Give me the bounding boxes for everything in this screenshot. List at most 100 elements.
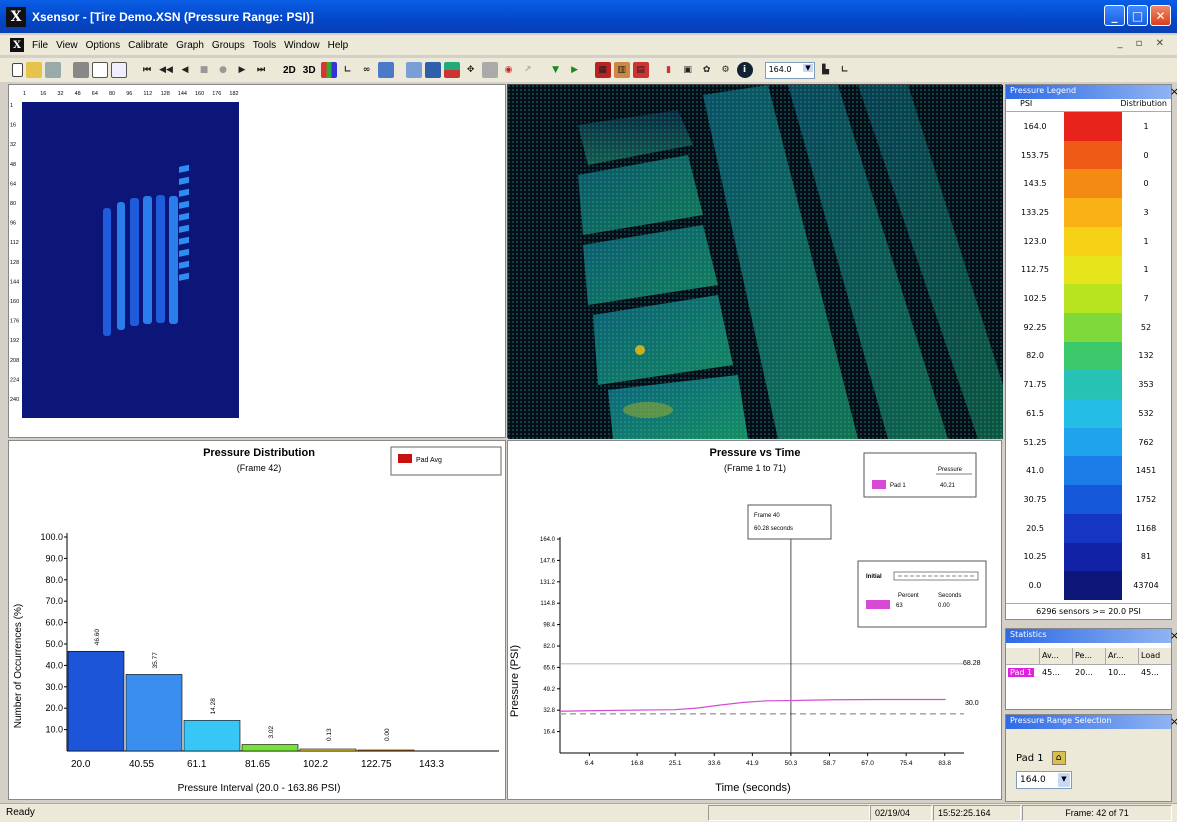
stats-header[interactable]: Av... [1040, 648, 1073, 664]
home-icon[interactable]: ⌂ [1051, 751, 1066, 765]
cube-icon[interactable]: ▦ [594, 62, 611, 78]
step-back-icon[interactable]: ◀ [177, 62, 193, 78]
info-icon[interactable]: i [736, 62, 753, 78]
cursor-icon[interactable]: ↗ [520, 62, 536, 78]
menu-tools[interactable]: Tools [253, 40, 276, 51]
y-tick-label: 30.0 [45, 682, 63, 692]
stats-header[interactable]: Ar... [1106, 648, 1139, 664]
copy-icon[interactable] [111, 62, 127, 78]
stats-header[interactable]: Load [1139, 648, 1171, 664]
phone-icon[interactable]: ▤ [632, 62, 649, 78]
pressure-legend-panel[interactable]: Pressure Legend × PSI Distribution 164.0… [1005, 84, 1177, 620]
binoculars-icon[interactable]: ∞ [359, 62, 375, 78]
color-grid-icon[interactable] [443, 62, 460, 78]
menu-options[interactable]: Options [86, 40, 120, 51]
arrow-down-icon[interactable]: ▼ [548, 62, 564, 78]
document-icon[interactable]: X [10, 38, 24, 52]
pin-icon[interactable]: ✥ [463, 62, 479, 78]
pressure-vs-time-panel[interactable]: Pressure vs Time (Frame 1 to 71) Pressur… [507, 440, 1002, 800]
pressure-distribution-panel[interactable]: Pressure Distribution (Frame 42) Pad Avg… [8, 440, 506, 800]
graph-icon[interactable]: ∟ [340, 62, 356, 78]
y-tick-label: 32.8 [543, 708, 555, 714]
stats-icon[interactable] [424, 62, 441, 78]
legend-count: 7 [1143, 294, 1149, 304]
histogram-bar[interactable] [67, 650, 125, 752]
menu-view[interactable]: View [56, 40, 78, 51]
statistics-panel[interactable]: Statistics × Av... Pe... Ar... Load Pad … [1005, 628, 1177, 710]
mdi-controls[interactable]: _ ▫ ✕ [1117, 38, 1169, 49]
person-icon[interactable]: ✿ [699, 62, 715, 78]
bar-chart-icon[interactable] [320, 62, 337, 78]
histogram-bar[interactable] [125, 674, 183, 752]
timeplot-subtitle: (Frame 1 to 71) [724, 463, 786, 473]
table-row[interactable]: Pad 1 45... 20... 10... 45... [1006, 665, 1171, 681]
pressure-3d-surface[interactable] [508, 85, 1003, 439]
close-icon[interactable]: × [1170, 629, 1177, 642]
new-file-icon[interactable] [12, 63, 23, 77]
menu-file[interactable]: File [32, 40, 48, 51]
print-icon[interactable] [73, 62, 89, 78]
legend-count: 1 [1143, 121, 1149, 131]
menu-groups[interactable]: Groups [212, 40, 245, 51]
prev-frame-icon[interactable]: ◀◀ [158, 62, 174, 78]
maximize-button[interactable]: □ [1127, 5, 1148, 26]
sensor-map-2d-panel[interactable]: 1 16 32 48 64 80 96 112 128 144 160 176 182 1 16 32 48 6… [8, 84, 506, 438]
pressure-range-panel[interactable]: Pressure Range Selection × Pad 1 ⌂ 164.0… [1005, 714, 1177, 802]
camera-icon[interactable] [481, 62, 498, 78]
y-tick-label: 90.0 [45, 553, 63, 563]
range-select[interactable]: 164.0 ▼ [1016, 771, 1072, 789]
tag-icon[interactable] [405, 62, 422, 78]
legend-scale: 164.0 1 153.75 0 143.5 0 133.25 3 123.0 1 112.75 1 1… [1006, 112, 1171, 600]
close-button[interactable]: ✕ [1150, 5, 1171, 26]
range-value: 164.0 [1020, 775, 1046, 785]
menu-graph[interactable]: Graph [176, 40, 204, 51]
open-folder-icon[interactable] [26, 62, 42, 78]
display-icon[interactable]: ▥ [613, 62, 630, 78]
histogram-title: Pressure Distribution [203, 447, 315, 459]
y-tick-label: 16.4 [543, 730, 555, 736]
legend-row: 112.75 1 [1006, 255, 1171, 285]
histogram-bar[interactable] [241, 744, 299, 752]
y-tick-label: 20.0 [45, 703, 63, 713]
target-icon[interactable]: ◉ [501, 62, 517, 78]
chevron-down-icon[interactable]: ▼ [1058, 773, 1070, 787]
sensor-map-2d[interactable]: 1 16 32 48 64 80 96 112 128 144 160 176 182 1 16 32 48 6… [9, 85, 507, 439]
pressure-3d-view[interactable] [507, 84, 1003, 439]
status-empty-cell [708, 805, 870, 821]
grid-icon[interactable] [377, 62, 394, 78]
y-tick-label: 147.6 [540, 558, 556, 564]
last-frame-icon[interactable]: ⏭ [253, 62, 269, 78]
histogram-bar[interactable] [299, 748, 357, 752]
play-icon[interactable]: ▶ [234, 62, 250, 78]
tread-rib [143, 196, 152, 324]
close-icon[interactable]: × [1170, 715, 1177, 728]
first-frame-icon[interactable]: ⏮ [139, 62, 155, 78]
line-icon[interactable]: ∟ [837, 62, 853, 78]
stats-header[interactable]: Pe... [1073, 648, 1106, 664]
cursor-seconds: 60.28 seconds [754, 526, 793, 532]
record-icon[interactable]: ● [215, 62, 231, 78]
menu-window[interactable]: Window [284, 40, 320, 51]
zoom-select[interactable]: 164.0 [764, 61, 815, 79]
save-icon[interactable] [45, 62, 61, 78]
gear-icon[interactable]: ⚙ [718, 62, 734, 78]
lower-threshold-label: 30.0 [965, 700, 979, 707]
pressure-distribution-chart[interactable]: Pressure Distribution (Frame 42) Pad Avg… [9, 441, 507, 801]
cart-icon[interactable]: ▣ [680, 62, 696, 78]
bar-icon[interactable]: ▙ [818, 62, 834, 78]
menu-help[interactable]: Help [328, 40, 349, 51]
legend-color-swatch [1064, 341, 1122, 371]
stop-icon[interactable]: ■ [196, 62, 212, 78]
minimize-button[interactable]: _ [1104, 5, 1125, 26]
histogram-bar[interactable] [183, 720, 241, 752]
close-icon[interactable]: × [1170, 85, 1177, 98]
arrow-right-icon[interactable]: ▶ [567, 62, 583, 78]
pad-pressure-line[interactable] [559, 698, 946, 712]
view-2d-button[interactable]: 2D [281, 65, 298, 76]
doc-icon[interactable]: ▮ [661, 62, 677, 78]
print-preview-icon[interactable] [92, 62, 108, 78]
view-3d-button[interactable]: 3D [301, 65, 318, 76]
histogram-bar[interactable] [357, 749, 415, 752]
menu-calibrate[interactable]: Calibrate [128, 40, 168, 51]
pressure-vs-time-chart[interactable]: Pressure vs Time (Frame 1 to 71) Pressur… [508, 441, 1003, 801]
